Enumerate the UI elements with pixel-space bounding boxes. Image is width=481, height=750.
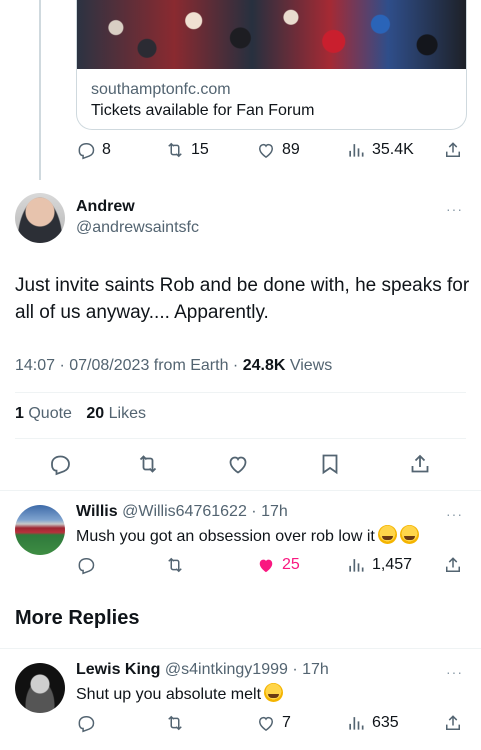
likes-count: 20 xyxy=(86,405,105,422)
reply-repost-button[interactable] xyxy=(165,713,185,733)
quotes-label: Quote xyxy=(28,405,72,422)
quotes-link[interactable]: 1 Quote xyxy=(15,405,72,422)
repost-icon xyxy=(168,557,182,573)
reply-author-name[interactable]: Lewis King xyxy=(76,661,160,678)
reply-like-count: 7 xyxy=(282,714,291,731)
repost-icon xyxy=(139,455,157,473)
reply-avatar[interactable] xyxy=(15,505,65,555)
meta-separator: · xyxy=(232,357,239,374)
reply-reply-button[interactable] xyxy=(76,555,96,575)
repost-count: 15 xyxy=(191,141,209,158)
heart-icon xyxy=(258,716,274,731)
reply-icon xyxy=(51,455,70,476)
link-card-domain: southamptonfc.com xyxy=(91,81,231,98)
analytics-icon xyxy=(349,717,364,730)
reply-more-options-icon[interactable]: ··· xyxy=(446,506,463,522)
reply-text-body: Shut up you absolute melt xyxy=(76,686,262,703)
likes-label: Likes xyxy=(108,405,147,422)
repost-icon xyxy=(168,715,182,731)
tweet-text: Just invite saints Rob and be done with,… xyxy=(15,275,470,323)
author-avatar[interactable] xyxy=(15,193,65,243)
main-like-button[interactable] xyxy=(226,452,250,476)
main-bookmark-button[interactable] xyxy=(318,452,342,476)
main-share-button[interactable] xyxy=(408,452,432,476)
thread-connector-line xyxy=(39,0,41,180)
heart-icon xyxy=(229,456,247,474)
views-button[interactable]: 35.4K xyxy=(346,140,414,160)
share-icon xyxy=(411,454,429,473)
reply-reply-button[interactable] xyxy=(76,713,96,733)
tweet-meta: 14:07 · 07/08/2023 from Earth · 24.8K Vi… xyxy=(15,357,332,375)
reply-text-body: Mush you got an obsession over rob low i… xyxy=(76,528,375,545)
reply-views-count: 1,457 xyxy=(372,556,413,573)
main-repost-button[interactable] xyxy=(136,452,160,476)
reply-count: 8 xyxy=(102,141,111,158)
reply-views-count: 635 xyxy=(372,714,399,731)
reply-button[interactable]: 8 xyxy=(76,140,111,160)
divider xyxy=(15,438,466,439)
quotes-count: 1 xyxy=(15,405,24,422)
share-icon xyxy=(446,715,460,730)
like-button[interactable]: 89 xyxy=(256,140,300,160)
like-count: 89 xyxy=(282,141,300,158)
link-card[interactable]: southamptonfc.com Tickets available for … xyxy=(76,0,467,130)
reply-icon xyxy=(78,716,95,733)
reply-time[interactable]: · 17h xyxy=(251,503,287,520)
author-name[interactable]: Andrew xyxy=(76,198,199,216)
analytics-icon xyxy=(349,144,364,157)
reply-icon xyxy=(78,143,95,160)
reply-text: Shut up you absolute melt xyxy=(76,683,284,706)
woozy-emoji-icon xyxy=(264,683,284,702)
more-replies-heading: More Replies xyxy=(15,607,140,629)
divider xyxy=(15,392,466,393)
share-button[interactable] xyxy=(443,140,463,160)
reply-views-button[interactable]: 635 xyxy=(346,713,399,733)
rofl-emoji-icon xyxy=(377,525,397,544)
divider xyxy=(0,648,481,649)
analytics-icon xyxy=(349,559,364,572)
reply-time[interactable]: · 17h xyxy=(292,661,328,678)
heart-icon xyxy=(258,143,274,158)
bookmark-icon xyxy=(322,454,338,475)
more-options-icon[interactable]: ··· xyxy=(446,201,463,217)
tweet-views-count: 24.8K xyxy=(242,357,286,374)
reply-share-button[interactable] xyxy=(443,713,463,733)
reply-avatar[interactable] xyxy=(15,663,65,713)
reply-author-name[interactable]: Willis xyxy=(76,503,118,520)
tweet-stats: 1 Quote 20 Likes xyxy=(15,405,146,423)
reply-like-button[interactable]: 25 xyxy=(256,555,300,575)
tweet-views-label: Views xyxy=(289,357,333,374)
share-icon xyxy=(446,142,460,157)
reply-share-button[interactable] xyxy=(443,555,463,575)
rofl-emoji-icon xyxy=(399,525,419,544)
repost-icon xyxy=(168,142,182,158)
tweet-timestamp[interactable]: 14:07 · 07/08/2023 from Earth xyxy=(15,357,228,374)
share-icon xyxy=(446,557,460,572)
link-card-title: Tickets available for Fan Forum xyxy=(91,102,315,119)
reply-author-handle[interactable]: @s4intkingy1999 xyxy=(165,661,288,678)
reply-like-button[interactable]: 7 xyxy=(256,713,291,733)
reply-like-count: 25 xyxy=(282,556,300,573)
reply-more-options-icon[interactable]: ··· xyxy=(446,664,463,680)
reply-repost-button[interactable] xyxy=(165,555,185,575)
views-count: 35.4K xyxy=(372,141,414,158)
heart-filled-icon xyxy=(259,559,273,573)
divider xyxy=(0,490,481,491)
link-card-image xyxy=(77,0,466,69)
reply-icon xyxy=(78,558,95,575)
reply-author-handle[interactable]: @Willis64761622 xyxy=(122,503,247,520)
likes-link[interactable]: 20 Likes xyxy=(86,405,146,422)
author-handle[interactable]: @andrewsaintsfc xyxy=(76,219,199,237)
reply-views-button[interactable]: 1,457 xyxy=(346,555,412,575)
repost-button[interactable]: 15 xyxy=(165,140,209,160)
main-reply-button[interactable] xyxy=(48,452,72,476)
reply-text: Mush you got an obsession over rob low i… xyxy=(76,525,419,548)
